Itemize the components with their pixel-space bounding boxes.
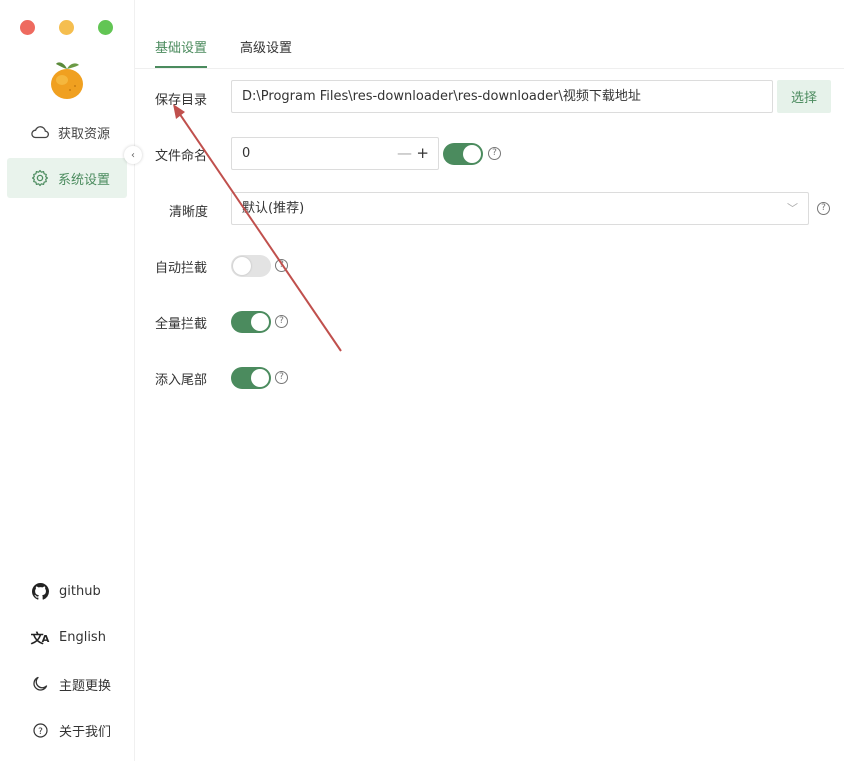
append-tail-help-icon[interactable]: ? [275,371,288,384]
language-label: English [59,629,106,645]
full-intercept-toggle[interactable] [231,311,271,333]
choose-dir-button[interactable]: 选择 [777,80,831,113]
github-icon [31,582,49,600]
sidebar-item-fetch-resources[interactable]: 获取资源 [7,112,127,152]
quality-select[interactable]: 默认(推荐) ﹀ [231,192,809,225]
file-naming-help-icon[interactable]: ? [488,147,501,160]
language-toggle[interactable]: 文A English [31,626,106,648]
tabs-divider [135,68,844,69]
about-label: 关于我们 [59,724,112,740]
chevron-down-icon: ﹀ [787,202,798,215]
sidebar: 获取资源 系统设置 github 文A English 主题更换 ? 关于我们 [0,0,135,761]
file-naming-toggle[interactable] [443,143,483,165]
moon-icon [31,675,49,693]
svg-text:?: ? [38,727,43,737]
gear-icon [30,168,50,188]
quality-selected-value: 默认(推荐) [242,201,305,216]
settings-tabs: 基础设置 高级设置 [155,30,325,68]
quality-help-icon[interactable]: ? [817,202,830,215]
window-maximize-button[interactable] [98,20,113,35]
decrement-button[interactable]: — [397,138,412,169]
full-intercept-help-icon[interactable]: ? [275,315,288,328]
theme-toggle[interactable]: 主题更换 [31,673,111,695]
github-label: github [59,583,101,599]
orange-logo-icon [51,62,83,99]
window-close-button[interactable] [20,20,35,35]
sidebar-item-system-settings[interactable]: 系统设置 [7,158,127,198]
file-naming-value[interactable]: 0 [242,138,250,169]
append-tail-toggle[interactable] [231,367,271,389]
increment-button[interactable]: + [416,138,429,169]
file-naming-label: 文件命名 [155,149,208,164]
toggle-knob [251,369,269,387]
window-minimize-button[interactable] [59,20,74,35]
about-us-link[interactable]: ? 关于我们 [31,719,111,741]
save-dir-input[interactable]: D:\Program Files\res-downloader\res-down… [231,80,773,113]
help-circle-icon: ? [31,721,49,739]
toggle-knob [233,257,251,275]
chevron-left-icon: ‹ [131,149,135,161]
save-dir-label: 保存目录 [155,93,208,108]
file-naming-stepper[interactable]: 0 — + [231,137,439,170]
tab-advanced-settings[interactable]: 高级设置 [240,30,292,68]
collapse-sidebar-button[interactable]: ‹ [124,146,142,164]
auto-intercept-help-icon[interactable]: ? [275,259,288,272]
translate-icon: 文A [30,631,50,647]
tab-basic-settings[interactable]: 基础设置 [155,30,208,68]
github-link[interactable]: github [31,580,101,602]
toggle-knob [251,313,269,331]
full-intercept-label: 全量拦截 [155,317,208,332]
sidebar-item-label: 系统设置 [58,172,111,188]
auto-intercept-toggle[interactable] [231,255,271,277]
cloud-icon [30,122,50,142]
quality-label: 清晰度 [169,205,209,220]
auto-intercept-label: 自动拦截 [155,261,208,276]
sidebar-item-label: 获取资源 [58,126,111,142]
theme-label: 主题更换 [59,678,112,694]
append-tail-label: 添入尾部 [155,373,208,388]
toggle-knob [463,145,481,163]
